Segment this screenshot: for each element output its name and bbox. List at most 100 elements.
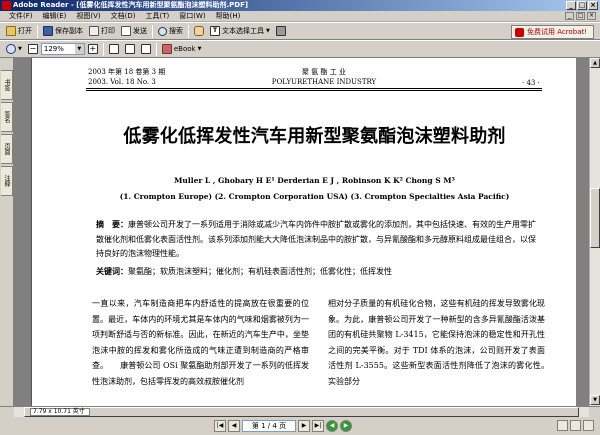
vertical-scroll-thumb[interactable] (590, 188, 600, 248)
header-rule (86, 90, 542, 91)
ebook-icon (161, 44, 172, 54)
tab-comments[interactable]: 注释 (1, 166, 13, 196)
previous-page-button[interactable]: ◀ (228, 420, 240, 432)
menu-help[interactable]: 帮助(H) (211, 11, 246, 21)
single-page-layout-button[interactable] (557, 420, 568, 431)
file-toolbar: 打开 保存副本 打印 发送 搜索 T 文本选择工具 ▼ 免费试用 Acrobat… (0, 22, 600, 40)
zoom-in-plus-button[interactable]: + (85, 42, 101, 56)
tab-bookmarks[interactable]: 书签 (1, 70, 13, 100)
horizontal-scrollbar[interactable] (14, 407, 589, 417)
abstract: 摘 要：康普顿公司开发了一系列适用于消除或减少汽车内饰件中胺扩散或雾化的添加剂，… (96, 218, 540, 262)
continuous-layout-button[interactable] (570, 420, 581, 431)
printer-icon (89, 26, 99, 36)
previous-view-button[interactable]: ◀ (326, 420, 338, 432)
journal-name-en: POLYURETHANE INDUSTRY (271, 78, 377, 86)
page-width-icon (124, 44, 135, 54)
adobe-reader-window: Adobe Reader - [低雾化低挥发性汽车用新型聚氨酯泡沫塑料助剂.PD… (0, 0, 600, 435)
open-label: 打开 (18, 27, 32, 35)
menu-view[interactable]: 视图(V) (71, 11, 105, 21)
fit-width-button[interactable] (122, 42, 138, 56)
maximize-button[interactable]: □ (577, 1, 587, 10)
chevron-down-icon[interactable]: ▼ (18, 46, 22, 52)
print-button[interactable]: 打印 (86, 24, 118, 38)
facing-layout-button[interactable] (583, 420, 594, 431)
tab-pages[interactable]: 页面 (1, 134, 13, 164)
camera-icon (275, 26, 286, 36)
save-copy-button[interactable]: 保存副本 (40, 24, 86, 38)
document-view[interactable]: 2003 年第 18 卷第 3 期 2003. Vol. 18 No. 3 聚 … (14, 58, 589, 406)
abstract-label: 摘 要： (96, 220, 128, 229)
page-size-indicator: 7.79 x 10.71 英寸 (30, 408, 90, 416)
journal-issue: 2003 年第 18 卷第 3 期 2003. Vol. 18 No. 3 (88, 67, 165, 87)
menu-tools[interactable]: 工具(T) (141, 11, 175, 21)
keywords: 关键词：聚氨酯；软质泡沫塑料；催化剂；有机硅表面活性剂；低雾化性；低挥发性 (96, 265, 540, 279)
chevron-down-icon[interactable]: ▼ (74, 44, 84, 54)
chevron-down-icon[interactable]: ▼ (266, 28, 270, 34)
print-label: 打印 (101, 27, 115, 35)
paper-title: 低雾化低挥发性汽车用新型聚氨酯泡沫塑料助剂 (123, 126, 506, 147)
page-number-field[interactable]: 第 1 / 4 页 (242, 420, 296, 432)
save-icon (43, 26, 53, 36)
header-rule (86, 88, 542, 89)
scroll-up-button[interactable]: ▲ (590, 58, 600, 68)
toolbar-separator (37, 24, 38, 38)
keywords-label: 关键词： (96, 267, 128, 276)
journal-name: 聚 氨 酯 工 业 POLYURETHANE INDUSTRY (264, 67, 384, 87)
menu-file[interactable]: 文件(F) (4, 11, 38, 21)
first-page-button[interactable]: |◀ (214, 420, 226, 432)
text-cursor-icon: T (210, 26, 220, 36)
page-number: · 43 · (522, 79, 540, 87)
pdf-page: 2003 年第 18 卷第 3 期 2003. Vol. 18 No. 3 聚 … (31, 58, 576, 406)
hand-icon (194, 26, 204, 36)
last-page-button[interactable]: ▶| (312, 420, 324, 432)
doc-minimize-button[interactable]: _ (565, 12, 574, 20)
close-button[interactable]: × (588, 1, 598, 10)
vertical-scrollbar[interactable]: ▲ ▼ (589, 58, 600, 406)
fit-page-button[interactable] (106, 42, 122, 56)
open-button[interactable]: 打开 (3, 24, 35, 38)
menu-window[interactable]: 窗口(W) (174, 11, 210, 21)
text-tool-label: 文本选择工具 (222, 27, 264, 35)
zoom-in-button[interactable]: ▼ (3, 42, 25, 56)
journal-issue-cn: 2003 年第 18 卷第 3 期 (88, 68, 166, 76)
search-icon (158, 26, 167, 36)
journal-name-cn: 聚 氨 酯 工 业 (302, 68, 346, 76)
save-copy-label: 保存副本 (55, 27, 83, 35)
page-layout-buttons (557, 420, 594, 431)
menu-edit[interactable]: 编辑(E) (38, 11, 72, 21)
search-label: 搜索 (169, 27, 183, 35)
toolbar-separator (152, 24, 153, 38)
send-label: 发送 (133, 27, 147, 35)
ebook-button[interactable]: eBook ▼ (159, 42, 205, 56)
snapshot-tool-button[interactable] (273, 24, 289, 38)
acrobat-app-icon (2, 1, 11, 10)
scroll-down-button[interactable]: ▼ (590, 395, 600, 405)
rotate-button[interactable] (138, 42, 154, 56)
minimize-button[interactable]: _ (566, 1, 576, 10)
menu-document[interactable]: 文档(D) (106, 11, 141, 21)
page-navigation: |◀ ◀ 第 1 / 4 页 ▶ ▶| ◀ ▶ (214, 420, 352, 432)
abstract-text: 康普顿公司开发了一系列适用于消除或减少汽车内饰件中胺扩散或雾化的添加剂，其中包括… (96, 220, 536, 258)
doc-restore-button[interactable]: □ (576, 12, 585, 20)
horizontal-scroll-thumb[interactable] (24, 407, 579, 417)
zoom-icon (6, 44, 16, 54)
next-page-button[interactable]: ▶ (298, 420, 310, 432)
text-select-tool-button[interactable]: T 文本选择工具 ▼ (207, 24, 273, 38)
next-view-button[interactable]: ▶ (340, 420, 352, 432)
zoom-out-button[interactable]: − (25, 42, 41, 56)
zoom-level-select[interactable]: 129% ▼ (40, 43, 85, 55)
window-title: Adobe Reader - [低雾化低挥发性汽车用新型聚氨酯泡沫塑料助剂.PD… (13, 1, 249, 9)
try-acrobat-button[interactable]: 免费试用 Acrobat! (511, 25, 594, 39)
doc-close-button[interactable]: × (587, 12, 596, 20)
menu-bar: 文件(F) 编辑(E) 视图(V) 文档(D) 工具(T) 窗口(W) 帮助(H… (0, 11, 600, 22)
rotate-icon (140, 44, 151, 54)
tab-signatures[interactable]: 签名 (1, 102, 13, 132)
send-button[interactable]: 发送 (118, 24, 150, 38)
email-icon (121, 26, 131, 36)
hand-tool-button[interactable] (191, 24, 207, 38)
search-button[interactable]: 搜索 (155, 24, 186, 38)
chevron-down-icon[interactable]: ▼ (198, 46, 202, 52)
folder-icon (6, 26, 16, 36)
view-toolbar: ▼ − 129% ▼ + eBook ▼ (0, 40, 600, 58)
body-column-right: 相对分子质量的有机硅化合物，这些有机硅的挥发导致雾化现象。为此，康普顿公司开发了… (328, 299, 561, 386)
